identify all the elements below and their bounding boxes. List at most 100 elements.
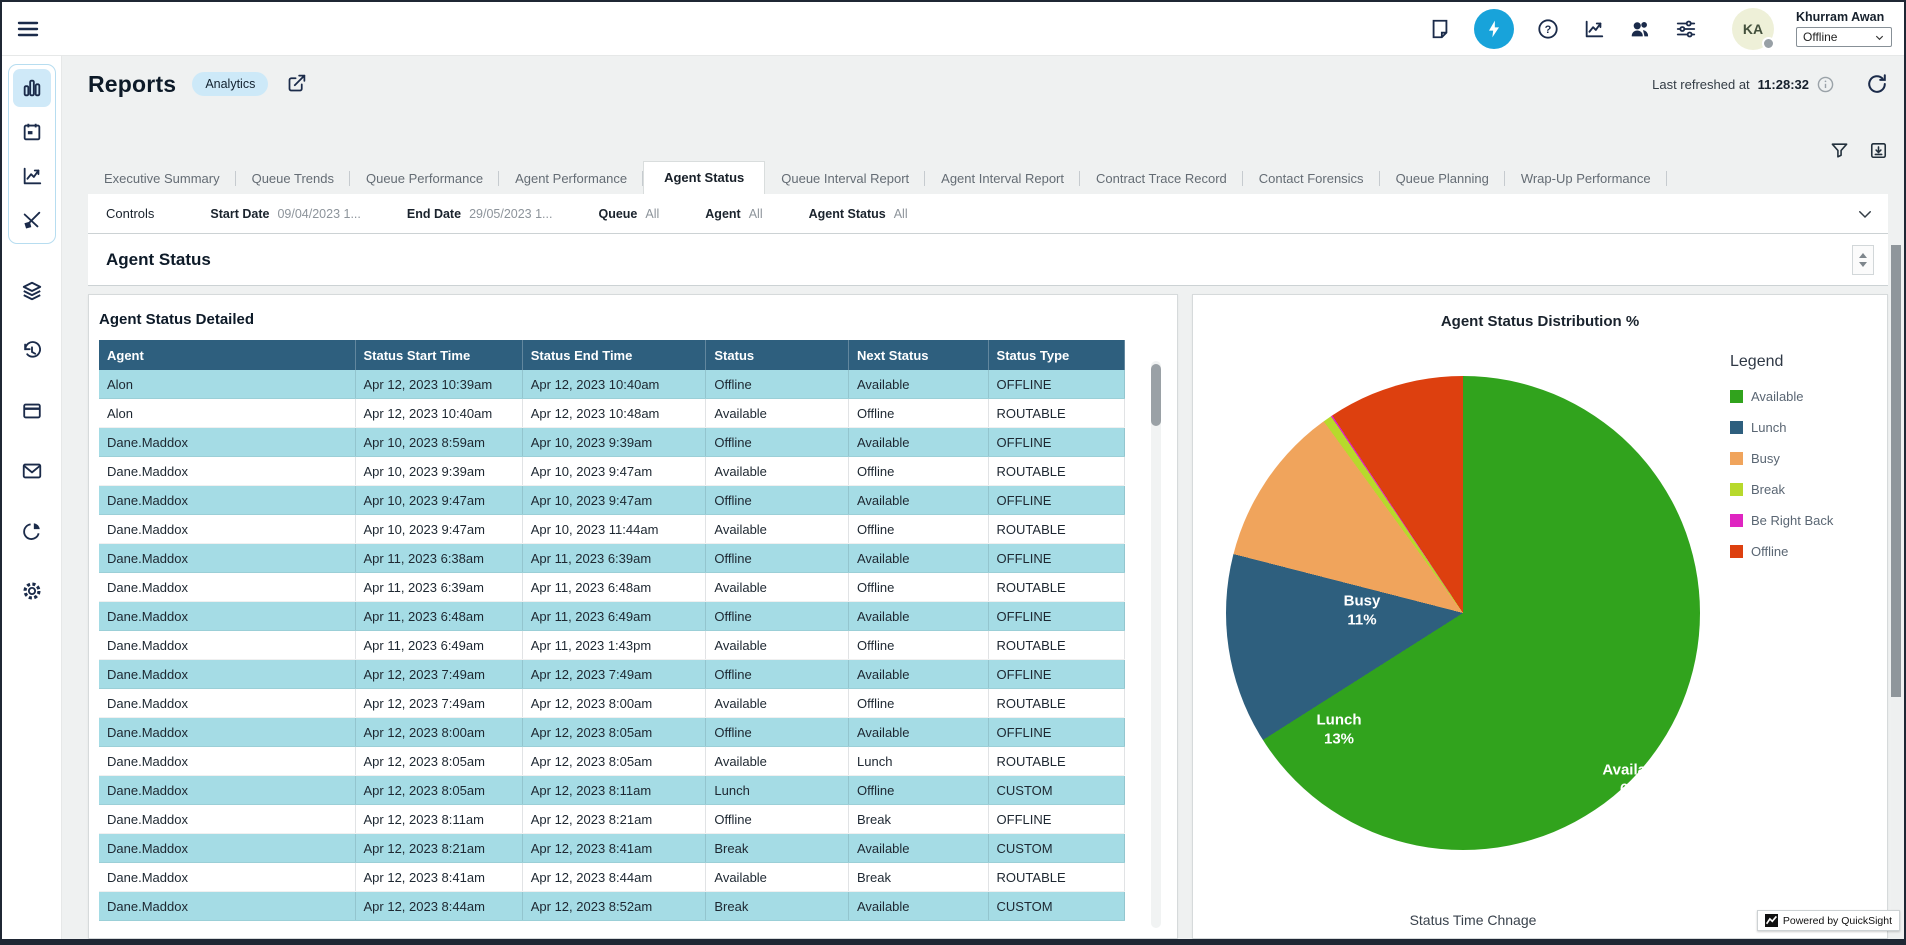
sidebar-item-line-chart[interactable]: [13, 157, 51, 195]
sheet-title: Agent Status: [106, 250, 211, 270]
refresh-icon[interactable]: [1866, 73, 1888, 95]
note-icon[interactable]: [1428, 17, 1452, 41]
sidebar-item-mail[interactable]: [13, 452, 51, 490]
tab[interactable]: Queue Performance: [350, 164, 499, 194]
external-link-icon[interactable]: [286, 73, 308, 95]
page-scrollbar[interactable]: [1891, 245, 1901, 931]
flash-icon[interactable]: [1474, 9, 1514, 49]
table-row[interactable]: Dane.Maddox Apr 10, 2023 9:39am Apr 10, …: [99, 457, 1125, 486]
sheet-header: Agent Status: [88, 234, 1888, 286]
legend-item[interactable]: Offline: [1730, 544, 1833, 559]
clipped-row: [99, 921, 1125, 939]
tab[interactable]: Contract Trace Record: [1080, 164, 1243, 194]
avatar[interactable]: KA: [1732, 8, 1774, 50]
tab[interactable]: Agent Performance: [499, 164, 643, 194]
tab[interactable]: Executive Summary: [88, 164, 236, 194]
metrics-icon[interactable]: [1582, 17, 1606, 41]
agent-status-table: AgentStatus Start TimeStatus End TimeSta…: [99, 340, 1125, 939]
column-header[interactable]: Agent: [99, 340, 356, 370]
table-scrollbar[interactable]: [1151, 361, 1161, 928]
top-bar: ? KA Khurram Awan Offline: [2, 2, 1904, 56]
filter-icon[interactable]: [1830, 141, 1849, 160]
status-dot: [1762, 37, 1775, 50]
preferences-icon[interactable]: [1674, 17, 1698, 41]
sidebar-analytics-group: [8, 64, 56, 244]
pie[interactable]: [1226, 376, 1700, 850]
powered-by-quicksight[interactable]: Powered by QuickSight: [1757, 910, 1900, 931]
column-header[interactable]: Status Start Time: [356, 340, 523, 370]
column-header[interactable]: Status End Time: [523, 340, 707, 370]
help-icon[interactable]: ?: [1536, 17, 1560, 41]
sidebar-item-pie-chart[interactable]: [13, 512, 51, 550]
sidebar-item-design[interactable]: [13, 201, 51, 239]
legend-swatch: [1730, 483, 1743, 496]
table-row[interactable]: Dane.Maddox Apr 12, 2023 8:44am Apr 12, …: [99, 892, 1125, 921]
last-refreshed-time: 11:28:32: [1758, 77, 1809, 92]
legend-item[interactable]: Available: [1730, 389, 1833, 404]
sheet-stepper[interactable]: [1852, 245, 1874, 275]
status-select[interactable]: Offline: [1796, 27, 1892, 47]
table-row[interactable]: Dane.Maddox Apr 12, 2023 8:41am Apr 12, …: [99, 863, 1125, 892]
legend-item[interactable]: Break: [1730, 482, 1833, 497]
sidebar-item-window[interactable]: [13, 392, 51, 430]
filter-control[interactable]: Start Date 09/04/2023 1...: [210, 207, 360, 221]
sidebar-item-bar-chart[interactable]: [13, 69, 51, 107]
table-row[interactable]: Dane.Maddox Apr 12, 2023 7:49am Apr 12, …: [99, 660, 1125, 689]
chevron-down-icon: [1874, 32, 1885, 43]
sidebar-item-settings[interactable]: [13, 572, 51, 610]
download-icon[interactable]: [1869, 141, 1888, 160]
controls-label: Controls: [106, 206, 154, 221]
column-header[interactable]: Status Type: [989, 340, 1125, 370]
tab[interactable]: Queue Interval Report: [765, 164, 925, 194]
chart-title: Agent Status Distribution %: [1193, 313, 1887, 330]
sidebar-item-calendar[interactable]: [13, 113, 51, 151]
legend-item[interactable]: Be Right Back: [1730, 513, 1833, 528]
tab[interactable]: Wrap-Up Performance: [1505, 164, 1667, 194]
page-title: Reports: [88, 71, 176, 98]
legend-item[interactable]: Lunch: [1730, 420, 1833, 435]
avatar-initials: KA: [1743, 21, 1763, 37]
table-row[interactable]: Dane.Maddox Apr 12, 2023 8:21am Apr 12, …: [99, 834, 1125, 863]
last-refreshed-label: Last refreshed at: [1652, 77, 1750, 92]
column-header[interactable]: Status: [706, 340, 849, 370]
chart-legend: Legend Available Lu: [1730, 353, 1833, 559]
table-row[interactable]: Dane.Maddox Apr 11, 2023 6:38am Apr 11, …: [99, 544, 1125, 573]
menu-icon[interactable]: [14, 15, 42, 43]
tab[interactable]: Contact Forensics: [1243, 164, 1380, 194]
filter-control[interactable]: End Date 29/05/2023 1...: [407, 207, 553, 221]
legend-swatch: [1730, 545, 1743, 558]
legend-swatch: [1730, 452, 1743, 465]
table-row[interactable]: Dane.Maddox Apr 10, 2023 9:47am Apr 10, …: [99, 515, 1125, 544]
table-row[interactable]: Alon Apr 12, 2023 10:39am Apr 12, 2023 1…: [99, 370, 1125, 399]
table-row[interactable]: Dane.Maddox Apr 10, 2023 8:59am Apr 10, …: [99, 428, 1125, 457]
table-row[interactable]: Alon Apr 12, 2023 10:40am Apr 12, 2023 1…: [99, 399, 1125, 428]
column-header[interactable]: Next Status: [849, 340, 989, 370]
table-row[interactable]: Dane.Maddox Apr 12, 2023 8:11am Apr 12, …: [99, 805, 1125, 834]
table-row[interactable]: Dane.Maddox Apr 12, 2023 8:05am Apr 12, …: [99, 747, 1125, 776]
table-row[interactable]: Dane.Maddox Apr 12, 2023 8:00am Apr 12, …: [99, 718, 1125, 747]
filter-control[interactable]: Queue All: [598, 207, 659, 221]
legend-swatch: [1730, 421, 1743, 434]
tab[interactable]: Queue Trends: [236, 164, 350, 194]
filter-control[interactable]: Agent Status All: [809, 207, 908, 221]
analytics-badge: Analytics: [192, 72, 268, 96]
sidebar-item-layers[interactable]: [13, 272, 51, 310]
collapse-chevron-icon[interactable]: [1856, 205, 1874, 223]
tab[interactable]: Queue Planning: [1380, 164, 1505, 194]
table-row[interactable]: Dane.Maddox Apr 11, 2023 6:49am Apr 11, …: [99, 631, 1125, 660]
table-row[interactable]: Dane.Maddox Apr 11, 2023 6:39am Apr 11, …: [99, 573, 1125, 602]
legend-item[interactable]: Busy: [1730, 451, 1833, 466]
info-icon[interactable]: [1817, 76, 1834, 93]
svg-text:?: ?: [1545, 24, 1552, 36]
table-row[interactable]: Dane.Maddox Apr 10, 2023 9:47am Apr 10, …: [99, 486, 1125, 515]
sidebar-item-history[interactable]: [13, 332, 51, 370]
table-row[interactable]: Dane.Maddox Apr 11, 2023 6:48am Apr 11, …: [99, 602, 1125, 631]
filter-control[interactable]: Agent All: [705, 207, 762, 221]
tab[interactable]: Agent Status: [643, 161, 765, 194]
table-row[interactable]: Dane.Maddox Apr 12, 2023 8:05am Apr 12, …: [99, 776, 1125, 805]
sidebar: [2, 56, 62, 939]
contacts-icon[interactable]: [1628, 17, 1652, 41]
pie-chart-card: Agent Status Distribution % Busy 11% Lun…: [1192, 294, 1888, 939]
tab[interactable]: Agent Interval Report: [925, 164, 1080, 194]
table-row[interactable]: Dane.Maddox Apr 12, 2023 7:49am Apr 12, …: [99, 689, 1125, 718]
